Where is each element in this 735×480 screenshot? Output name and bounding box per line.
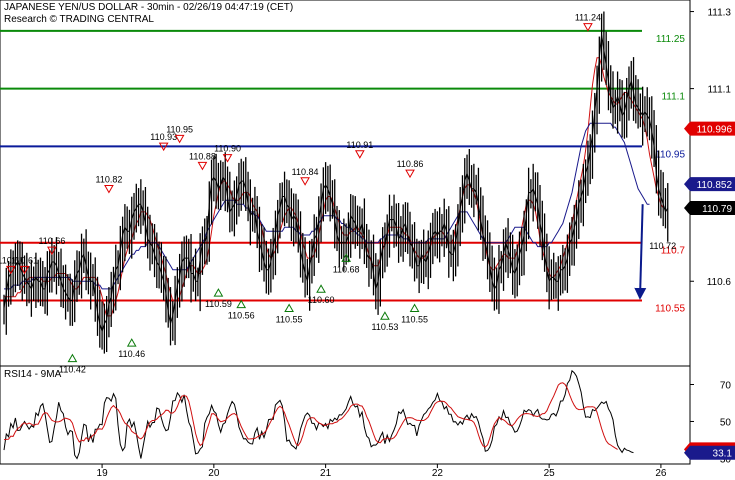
x-tick-label: 22 — [432, 468, 444, 479]
trough-label: 110.46 — [118, 349, 145, 359]
peak-label: 110.61 — [11, 255, 38, 265]
peak-label: 110.86 — [397, 159, 424, 169]
price-y-tick-label: 111.3 — [707, 8, 731, 19]
rsi-badge-label: 33.1 — [713, 449, 733, 460]
peak-label: 110.91 — [346, 140, 373, 150]
chart-subtitle: Research © TRADING CENTRAL — [4, 14, 154, 25]
trough-label: 110.55 — [401, 315, 428, 325]
trough-label: 110.53 — [371, 322, 398, 332]
chart-title: JAPANESE YEN/US DOLLAR - 30min - 02/26/1… — [4, 2, 294, 13]
peak-label: 110.90 — [214, 144, 241, 154]
rsi-y-tick-label: 50 — [720, 417, 732, 428]
trough-label: 110.68 — [333, 264, 360, 274]
chart-window: 111.25 111.1 110.95 110.7 110.55 110.61 110.6… — [0, 0, 735, 480]
trough-label: 110.56 — [228, 311, 255, 321]
level-label: 111.25 — [656, 34, 686, 45]
trough-label: 110.55 — [276, 315, 303, 325]
x-tick-label: 21 — [320, 468, 332, 479]
level-label: 111.1 — [661, 92, 685, 103]
x-tick-label: 25 — [544, 468, 556, 479]
level-label: 110.55 — [655, 304, 685, 315]
trough-label: 110.60 — [308, 295, 335, 305]
peak-label: 110.66 — [38, 236, 65, 246]
target-label: 110.72 — [649, 241, 676, 251]
price-y-tick-label: 111.1 — [707, 85, 731, 96]
chart-canvas: 111.25111.1110.95110.7110.55 110.61110.6… — [0, 0, 735, 479]
level-label: 110.95 — [655, 149, 685, 160]
price-badges: 110.996110.852110.7934.933.1 — [684, 121, 735, 460]
peak-label: 110.84 — [292, 167, 319, 177]
price-badge-label: 110.79 — [702, 204, 732, 215]
peak-label: 110.82 — [95, 174, 122, 184]
peak-label: 110.88 — [189, 151, 216, 161]
x-tick-label: 19 — [97, 468, 109, 479]
price-y-tick-label: 110.6 — [707, 277, 732, 288]
price-badge-label: 110.996 — [697, 125, 733, 136]
x-tick-label: 26 — [655, 468, 667, 479]
rsi-y-tick-label: 70 — [720, 380, 732, 391]
x-tick-label: 20 — [208, 468, 220, 479]
trough-label: 110.59 — [205, 299, 232, 309]
trough-label: 110.42 — [59, 365, 86, 375]
peak-label: 110.95 — [166, 124, 193, 134]
peak-label: 111.24 — [575, 13, 601, 23]
rsi-panel-title: RSI14 - 9MA — [4, 369, 62, 380]
price-badge-label: 110.852 — [697, 180, 733, 191]
